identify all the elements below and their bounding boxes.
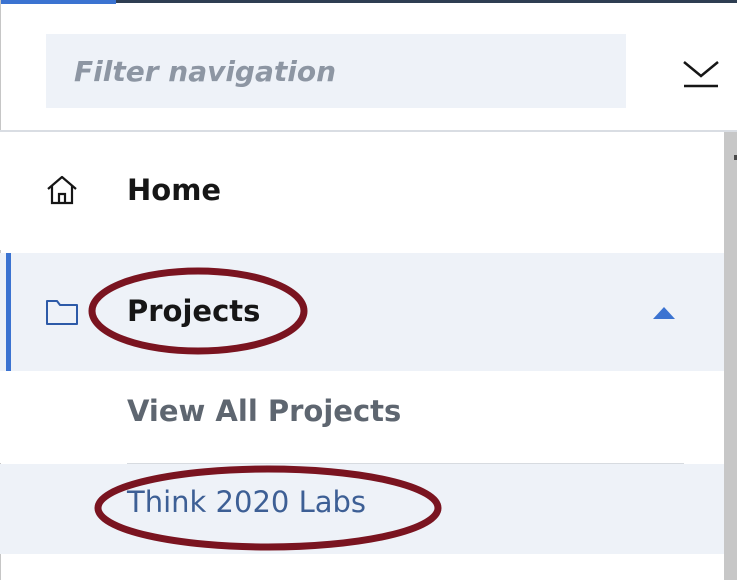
- navigation-panel: Filter navigation Home Projects View All…: [0, 0, 737, 580]
- caret-up-icon[interactable]: [652, 306, 676, 320]
- sub-item-think-2020-labs[interactable]: Think 2020 Labs: [0, 464, 724, 554]
- home-icon: [47, 175, 77, 205]
- sub-item-label: View All Projects: [127, 394, 402, 428]
- nav-item-label: Projects: [127, 294, 261, 328]
- top-border: [116, 0, 737, 3]
- nav-item-projects[interactable]: Projects: [0, 253, 724, 371]
- chevron-down-icon[interactable]: [680, 54, 722, 94]
- active-indicator: [6, 253, 11, 371]
- sub-item-view-all-projects[interactable]: View All Projects: [0, 371, 724, 463]
- filter-placeholder: Filter navigation: [74, 54, 337, 88]
- sub-item-label: Think 2020 Labs: [127, 485, 367, 519]
- top-accent-bar: [0, 0, 116, 4]
- filter-navigation-input[interactable]: Filter navigation: [46, 34, 626, 108]
- nav-item-home[interactable]: Home: [0, 132, 724, 250]
- scrollbar[interactable]: [724, 132, 737, 580]
- nav-item-label: Home: [127, 173, 222, 207]
- folder-icon: [46, 300, 78, 325]
